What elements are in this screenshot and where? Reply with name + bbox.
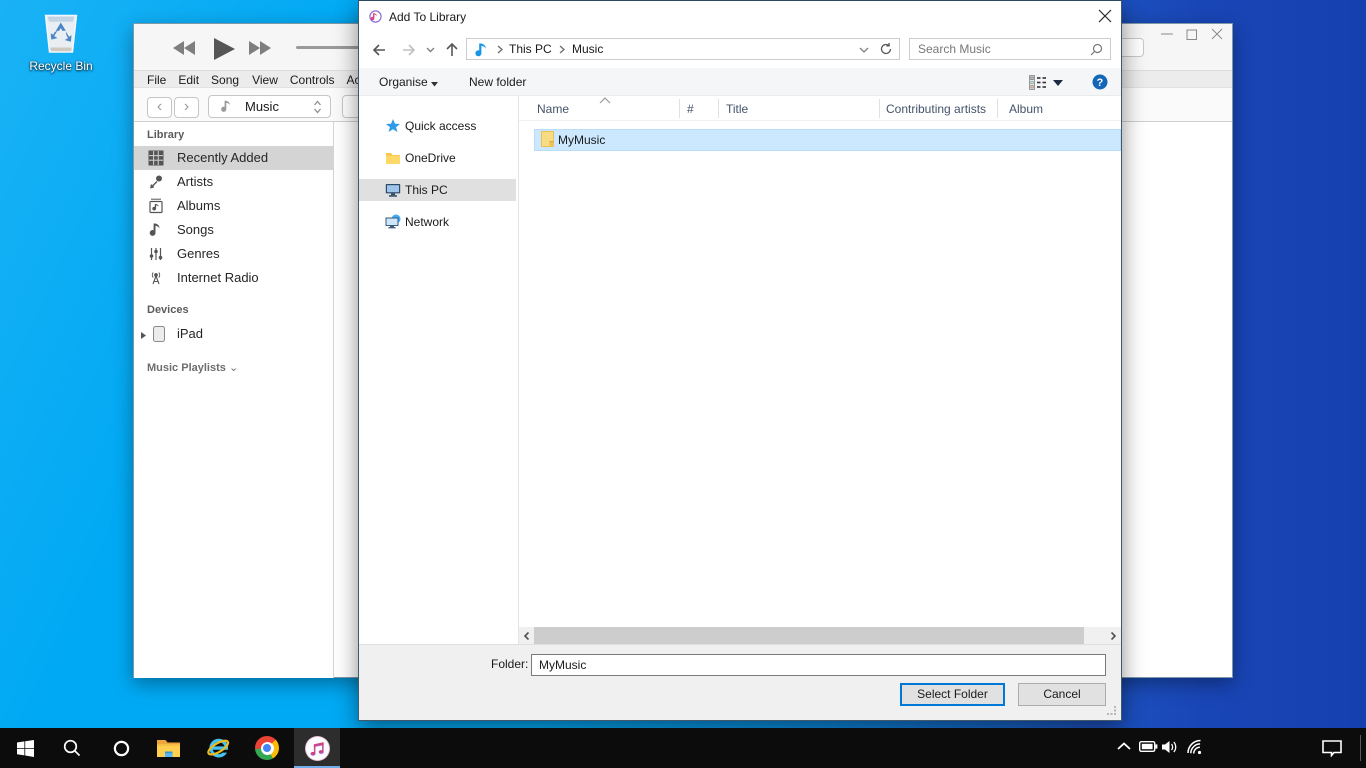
svg-text:?: ? [1097, 77, 1104, 89]
